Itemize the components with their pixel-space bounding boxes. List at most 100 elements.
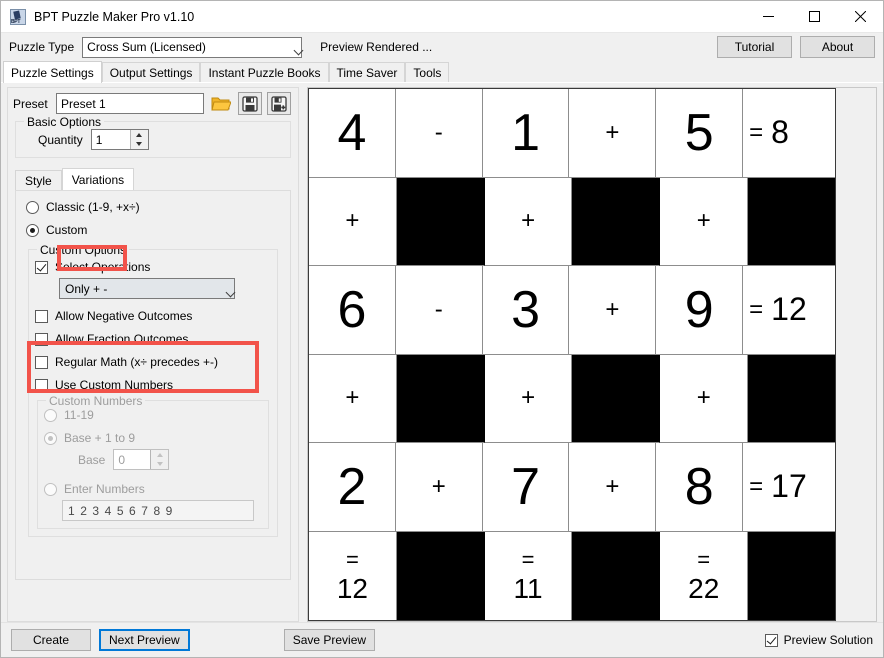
checkbox-allow-fraction[interactable]: Allow Fraction Outcomes <box>35 332 271 346</box>
basic-options-label: Basic Options <box>24 115 104 129</box>
tab-instant-puzzle-books[interactable]: Instant Puzzle Books <box>200 62 328 83</box>
preview-solution-checkbox[interactable]: Preview Solution <box>765 633 873 647</box>
checkbox-regular-math[interactable]: Regular Math (x÷ precedes +-) <box>35 355 271 369</box>
custom-options-group: Custom Options Select Operations Only + … <box>28 249 278 537</box>
puzzle-cell-number[interactable]: 1 <box>483 89 570 178</box>
radio-base-1-to-9: Base + 1 to 9 <box>44 431 262 445</box>
custom-numbers-label: Custom Numbers <box>46 394 145 408</box>
puzzle-cell-row-result[interactable]: =12 <box>743 266 835 355</box>
save-preview-button[interactable]: Save Preview <box>284 629 375 651</box>
puzzle-cell-operator[interactable]: + <box>309 355 397 444</box>
radio-enter-numbers-label: Enter Numbers <box>64 482 145 496</box>
puzzle-cell-column-result[interactable]: =22 <box>660 532 748 621</box>
puzzle-row: 2+7+8=17 <box>309 443 835 532</box>
tab-tools[interactable]: Tools <box>405 62 449 83</box>
sub-tab-strip: Style Variations <box>15 168 291 190</box>
preview-solution-checkbox-indicator <box>765 634 778 647</box>
save-icon[interactable] <box>238 92 262 115</box>
maximize-icon[interactable] <box>791 1 837 32</box>
puzzle-cell-operator[interactable]: + <box>660 355 748 444</box>
puzzle-cell-number[interactable]: 6 <box>309 266 396 355</box>
app-icon <box>10 9 26 25</box>
subtab-variations[interactable]: Variations <box>62 168 134 190</box>
save-as-icon[interactable] <box>267 92 291 115</box>
radio-11-19: 11-19 <box>44 408 262 422</box>
checkbox-use-custom-numbers[interactable]: Use Custom Numbers <box>35 378 271 392</box>
puzzle-row: + + + <box>309 178 835 267</box>
puzzle-cell-row-result[interactable]: = 17 <box>743 443 835 532</box>
puzzle-cell-blank <box>572 355 660 444</box>
basic-options-group: Basic Options Quantity 1 <box>15 121 291 158</box>
enter-numbers-value: 1 2 3 4 5 6 7 8 9 <box>68 504 173 518</box>
quantity-down-icon[interactable] <box>131 140 148 150</box>
puzzle-cell-operator[interactable]: - <box>396 266 483 355</box>
puzzle-cell-number[interactable]: 9 <box>656 266 743 355</box>
preset-row: Preset Preset 1 <box>13 92 293 115</box>
puzzle-cell-blank <box>397 532 485 621</box>
quantity-spin-buttons <box>130 130 148 149</box>
folder-open-icon[interactable] <box>209 92 233 115</box>
puzzle-cell-operator[interactable]: - <box>396 89 483 178</box>
puzzle-type-dropdown[interactable]: Cross Sum (Licensed) <box>82 37 302 58</box>
preset-value: Preset 1 <box>61 97 106 111</box>
puzzle-cell-blank <box>748 532 835 621</box>
puzzle-cell-operator[interactable]: + <box>485 178 573 267</box>
puzzle-cell-operator[interactable]: + <box>569 443 656 532</box>
settings-panel: Preset Preset 1 <box>7 87 299 622</box>
puzzle-cell-number[interactable]: 7 <box>483 443 570 532</box>
tutorial-button[interactable]: Tutorial <box>717 36 792 58</box>
puzzle-cell-operator[interactable]: + <box>396 443 483 532</box>
subtab-style[interactable]: Style <box>15 170 62 190</box>
tab-output-settings[interactable]: Output Settings <box>102 62 201 83</box>
checkbox-select-operations[interactable]: Select Operations <box>35 260 271 274</box>
radio-base-indicator <box>44 432 57 445</box>
create-button[interactable]: Create <box>11 629 91 651</box>
tab-time-saver[interactable]: Time Saver <box>329 62 406 83</box>
puzzle-grid[interactable]: 4-1+5=8+++6-3+9=12+++2+7+8=17=12=11=22 <box>308 88 836 621</box>
quantity-stepper[interactable]: 1 <box>91 129 149 150</box>
operations-dropdown[interactable]: Only + - <box>59 278 235 299</box>
use-custom-numbers-checkbox-indicator <box>35 379 48 392</box>
radio-classic[interactable]: Classic (1-9, +x÷) <box>26 200 280 214</box>
puzzle-type-value: Cross Sum (Licensed) <box>87 40 206 54</box>
preview-panel: 4-1+5=8+++6-3+9=12+++2+7+8=17=12=11=22 <box>307 87 877 622</box>
quantity-up-icon[interactable] <box>131 130 148 140</box>
puzzle-cell-row-result[interactable]: =8 <box>743 89 835 178</box>
puzzle-cell-operator[interactable]: + <box>660 178 748 267</box>
window-title: BPT Puzzle Maker Pro v1.10 <box>34 10 745 24</box>
top-buttons: Tutorial About <box>717 36 875 58</box>
radio-custom[interactable]: Custom <box>26 223 280 237</box>
equals-sign: = <box>749 473 763 501</box>
application-window: BPT Puzzle Maker Pro v1.10 Puzzle Type C… <box>0 0 884 658</box>
puzzle-cell-number[interactable]: 3 <box>483 266 570 355</box>
title-bar: BPT Puzzle Maker Pro v1.10 <box>1 1 883 33</box>
puzzle-cell-operator[interactable]: + <box>569 89 656 178</box>
puzzle-type-bar: Puzzle Type Cross Sum (Licensed) Preview… <box>1 33 883 61</box>
puzzle-cell-operator[interactable]: + <box>485 355 573 444</box>
minimize-icon[interactable] <box>745 1 791 32</box>
result-value: 12 <box>771 291 807 328</box>
puzzle-cell-column-result[interactable]: =11 <box>485 532 573 621</box>
bottom-toolbar: Create Next Preview Save Preview Preview… <box>1 622 883 657</box>
puzzle-cell-operator[interactable]: + <box>569 266 656 355</box>
puzzle-cell-number[interactable]: 8 <box>656 443 743 532</box>
puzzle-cell-number[interactable]: 5 <box>656 89 743 178</box>
puzzle-cell-number[interactable]: 2 <box>309 443 396 532</box>
base-row: Base 0 <box>44 449 262 470</box>
use-custom-numbers-label: Use Custom Numbers <box>55 378 173 392</box>
puzzle-cell-operator[interactable]: + <box>309 178 397 267</box>
tab-puzzle-settings[interactable]: Puzzle Settings <box>3 61 102 83</box>
puzzle-cell-number[interactable]: 4 <box>309 89 396 178</box>
puzzle-row: 6-3+9=12 <box>309 266 835 355</box>
puzzle-cell-column-result[interactable]: =12 <box>309 532 397 621</box>
result-value: 17 <box>771 468 807 505</box>
checkbox-allow-negative[interactable]: Allow Negative Outcomes <box>35 309 271 323</box>
equals-sign: = <box>697 549 710 571</box>
radio-base-label: Base + 1 to 9 <box>64 431 135 445</box>
preset-input[interactable]: Preset 1 <box>56 93 204 114</box>
radio-enter-numbers-indicator <box>44 483 57 496</box>
allow-negative-label: Allow Negative Outcomes <box>55 309 192 323</box>
next-preview-button[interactable]: Next Preview <box>99 629 190 651</box>
about-button[interactable]: About <box>800 36 875 58</box>
close-icon[interactable] <box>837 1 883 32</box>
